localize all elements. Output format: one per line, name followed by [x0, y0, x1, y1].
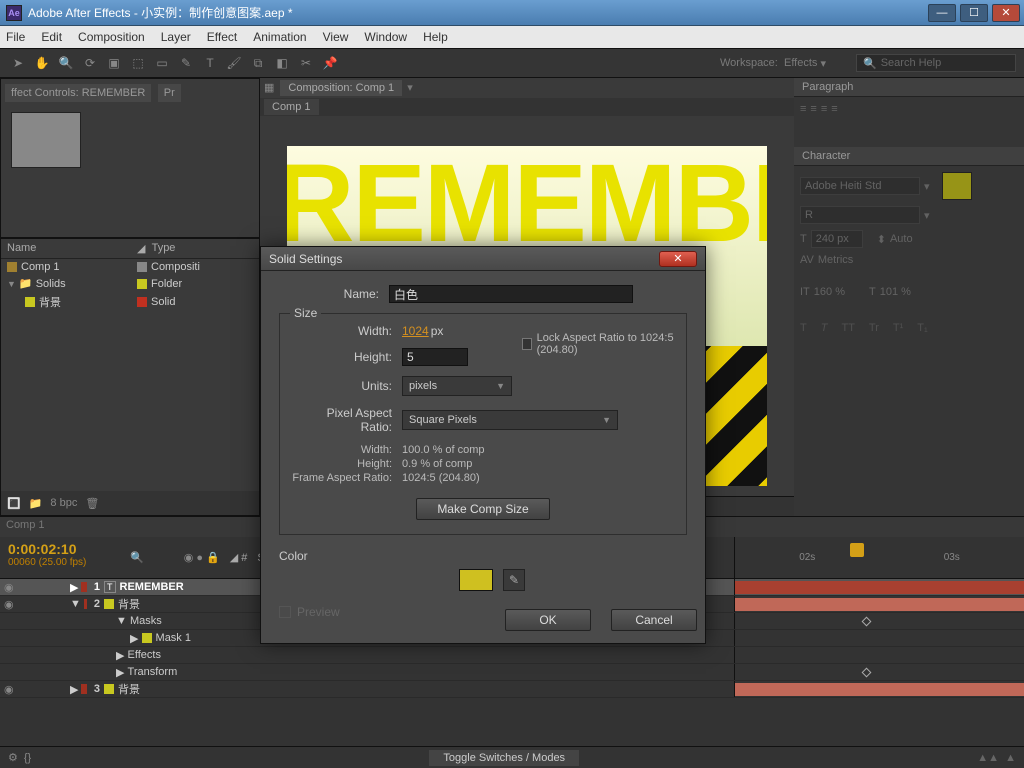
- make-comp-size-button[interactable]: Make Comp Size: [416, 498, 549, 520]
- lock-aspect-label: Lock Aspect Ratio to 1024:5 (204.80): [537, 332, 674, 356]
- lock-aspect-checkbox[interactable]: [522, 338, 532, 350]
- height-input[interactable]: [402, 348, 468, 366]
- preview-label: Preview: [297, 605, 340, 619]
- eyedropper-icon[interactable]: ✎: [503, 569, 525, 591]
- pixel-aspect-dropdown[interactable]: Square Pixels▼: [402, 410, 618, 430]
- dialog-title: Solid Settings: [269, 252, 342, 266]
- color-legend: Color: [279, 549, 687, 563]
- size-group: Size Width: 1024 px Height: Lock Aspect …: [279, 313, 687, 535]
- units-dropdown[interactable]: pixels▼: [402, 376, 512, 396]
- ok-button[interactable]: OK: [505, 609, 591, 631]
- cancel-button[interactable]: Cancel: [611, 609, 697, 631]
- modal-overlay: Solid Settings ✕ Name: Size Width: 1024 …: [0, 0, 1024, 768]
- preview-checkbox[interactable]: [279, 606, 291, 618]
- name-input[interactable]: [389, 285, 633, 303]
- solid-color-swatch[interactable]: [459, 569, 493, 591]
- name-label: Name:: [279, 287, 389, 301]
- dialog-close-button[interactable]: ✕: [659, 251, 697, 267]
- width-value[interactable]: 1024: [402, 324, 429, 338]
- solid-settings-dialog: Solid Settings ✕ Name: Size Width: 1024 …: [260, 246, 706, 644]
